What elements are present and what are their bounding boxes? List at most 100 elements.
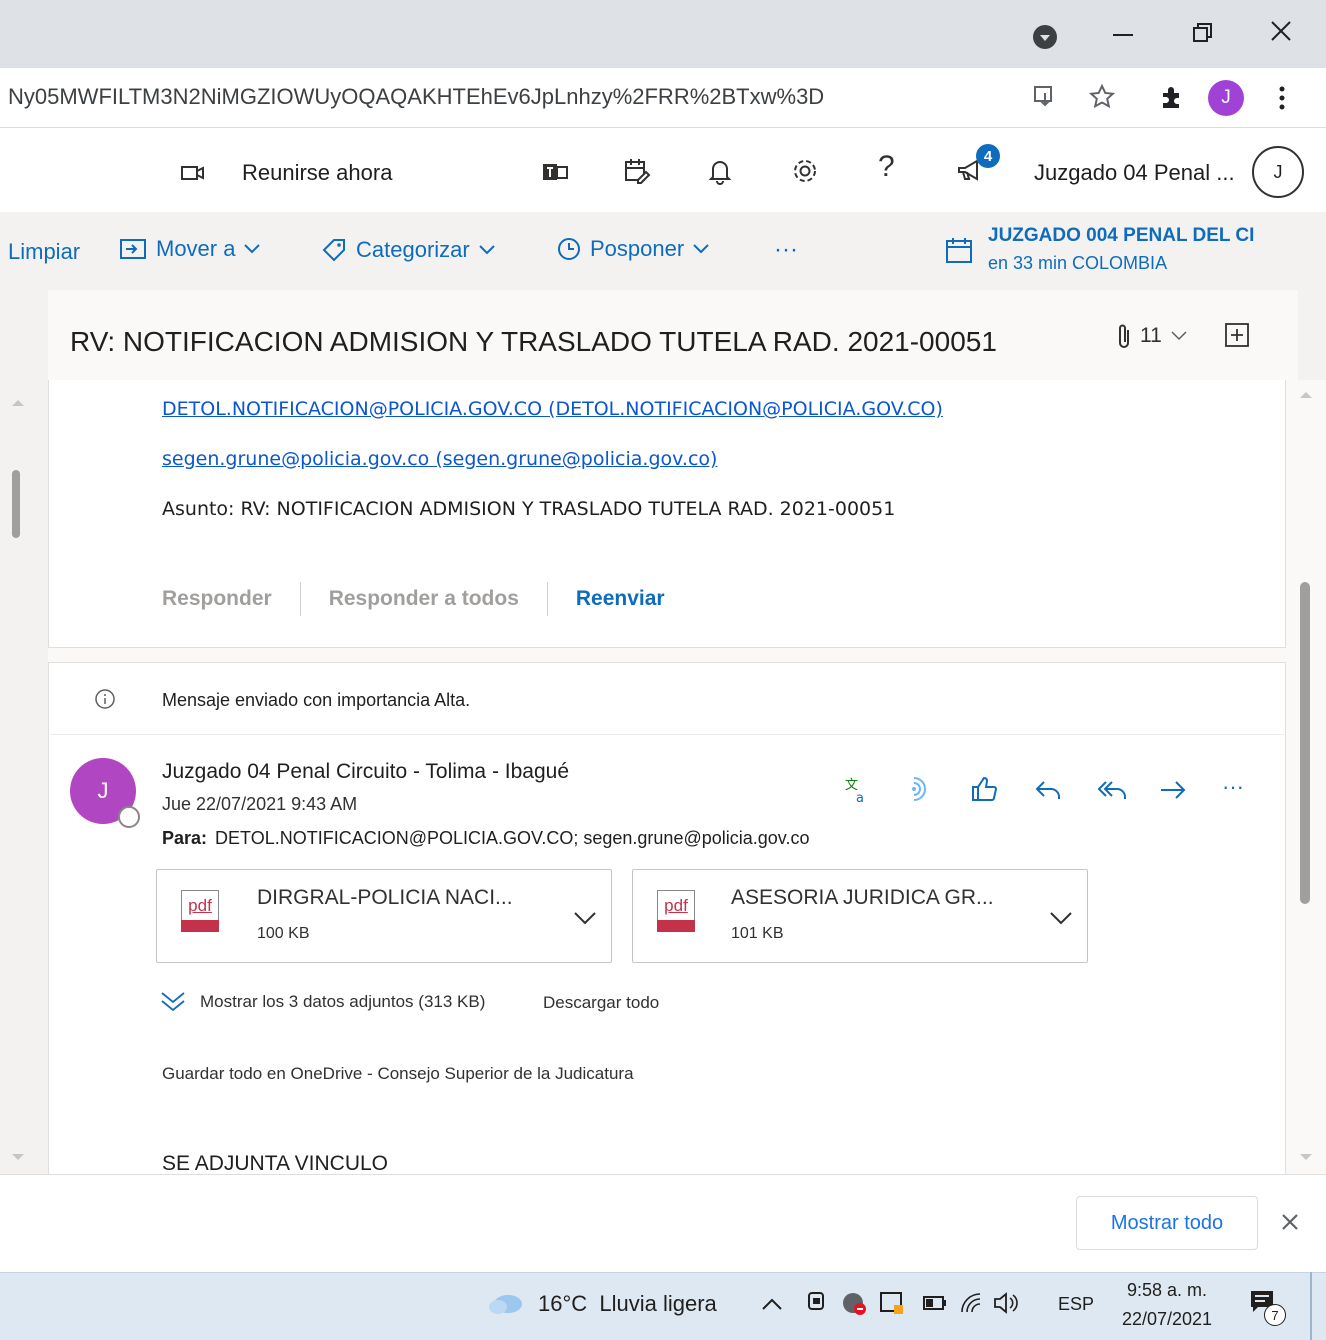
language-indicator[interactable]: ESP <box>1058 1294 1094 1315</box>
presence-status-icon <box>118 806 140 828</box>
minimize-icon[interactable] <box>1110 22 1136 48</box>
left-pane-scrollbar[interactable] <box>0 380 36 1174</box>
expand-conversation-icon[interactable] <box>1224 322 1250 348</box>
calendar-reminder-icon[interactable] <box>944 236 974 266</box>
reminder-subtitle: en 33 min COLOMBIA <box>988 253 1168 273</box>
reply-all-button[interactable]: Responder a todos <box>329 587 519 611</box>
chrome-tray-icon[interactable] <box>840 1290 868 1318</box>
email-body-text: SE ADJUNTA VINCULO <box>162 1152 388 1175</box>
sender-name[interactable]: Juzgado 04 Penal Circuito - Tolima - Iba… <box>162 760 569 784</box>
to-label: Para: <box>162 828 208 848</box>
incognito-icon[interactable] <box>1032 24 1058 50</box>
clock-time: 9:58 a. m. <box>1126 1280 1208 1300</box>
importance-notice: Mensaje enviado con importancia Alta. <box>162 690 471 710</box>
attachment-card[interactable]: pdf DIRGRAL-POLICIA NACI... 100 KB <box>156 869 612 963</box>
account-name[interactable]: Juzgado 04 Penal ... <box>1034 160 1235 186</box>
tag-icon <box>322 239 345 262</box>
restore-icon[interactable] <box>1190 20 1216 46</box>
cloud-rain-icon <box>489 1295 522 1314</box>
left-scroll-thumb[interactable] <box>12 470 20 538</box>
clean-button[interactable]: Limpiar <box>8 239 80 265</box>
pdf-file-icon: pdf <box>657 890 695 942</box>
tray-overflow-chevron-icon[interactable] <box>760 1296 784 1312</box>
wifi-icon[interactable] <box>958 1290 984 1316</box>
url-text[interactable]: Ny05MWFILTM3N2NiMGZIOWUyOQAQAKHTEhEv6JpL… <box>8 84 824 110</box>
download-all-link[interactable]: Descargar todo <box>543 993 659 1013</box>
clock[interactable]: 9:58 a. m. 22/07/2021 <box>1112 1280 1222 1330</box>
attachment-count: 11 <box>1140 324 1162 347</box>
scroll-thumb[interactable] <box>1300 582 1310 904</box>
close-downloads-icon[interactable] <box>1278 1210 1302 1234</box>
my-day-icon[interactable] <box>622 156 652 186</box>
meet-now-button[interactable]: Reunirse ahora <box>180 160 392 186</box>
paperclip-icon <box>1119 324 1129 348</box>
browser-menu-icon[interactable] <box>1272 84 1292 112</box>
chevron-down-icon <box>479 245 495 255</box>
notifications-bell-icon[interactable] <box>706 156 734 186</box>
info-icon <box>94 688 116 710</box>
volume-icon[interactable] <box>992 1290 1022 1316</box>
clock-date: 22/07/2021 <box>1121 1309 1213 1329</box>
message-subject: RV: NOTIFICACION ADMISION Y TRASLADO TUT… <box>70 326 997 357</box>
attachment-name: ASESORIA JURIDICA GR... <box>731 886 994 909</box>
help-icon[interactable]: ? <box>878 150 895 184</box>
immersive-reader-icon[interactable] <box>906 774 934 804</box>
recipients-line: Para: DETOL.NOTIFICACION@POLICIA.GOV.CO;… <box>162 828 809 849</box>
clock-icon <box>558 238 580 260</box>
scroll-down-arrow-icon <box>12 1154 24 1160</box>
move-to-label: Mover a <box>156 236 236 261</box>
close-window-icon[interactable] <box>1268 18 1294 44</box>
more-actions-button[interactable]: ··· <box>1222 774 1244 800</box>
teams-icon[interactable] <box>540 158 570 186</box>
translate-icon[interactable]: 文a <box>844 776 872 804</box>
sent-date: Jue 22/07/2021 9:43 AM <box>162 794 358 814</box>
bookmark-star-icon[interactable] <box>1088 83 1116 111</box>
chevron-down-icon <box>693 244 709 254</box>
notification-badge: 4 <box>976 144 1000 168</box>
like-icon[interactable] <box>970 774 1000 804</box>
chevron-down-icon[interactable] <box>573 910 597 926</box>
extensions-icon[interactable] <box>1158 84 1186 112</box>
reply-all-icon[interactable] <box>1096 776 1128 804</box>
meet-now-tray-icon[interactable] <box>806 1290 828 1316</box>
chevron-down-icon[interactable] <box>1049 910 1073 926</box>
battery-icon[interactable] <box>922 1292 948 1314</box>
categorize-button[interactable]: Categorizar <box>320 236 496 264</box>
settings-gear-icon[interactable] <box>790 156 820 186</box>
move-folder-icon <box>120 239 146 259</box>
weather-text: 16°C Lluvia ligera <box>538 1291 717 1316</box>
divider <box>546 582 548 616</box>
attachment-card[interactable]: pdf ASESORIA JURIDICA GR... 101 KB <box>632 869 1088 963</box>
forward-icon[interactable] <box>1158 776 1188 804</box>
reply-icon[interactable] <box>1034 776 1062 804</box>
profile-avatar[interactable]: J <box>1208 80 1244 116</box>
recipient-link-detol[interactable]: DETOL.NOTIFICACION@POLICIA.GOV.CO (DETOL… <box>162 398 943 420</box>
meet-now-label: Reunirse ahora <box>242 160 393 185</box>
save-to-onedrive-link[interactable]: Guardar todo en OneDrive - Consejo Super… <box>162 1064 634 1084</box>
show-desktop-button[interactable] <box>1310 1272 1312 1340</box>
forward-button[interactable]: Reenviar <box>576 587 665 611</box>
snooze-button[interactable]: Posponer <box>556 236 710 262</box>
whats-new-button[interactable]: 4 <box>956 144 1006 184</box>
screen-capture-tray-icon[interactable] <box>878 1290 906 1318</box>
reply-button[interactable]: Responder <box>162 587 272 611</box>
snooze-label: Posponer <box>590 236 685 261</box>
account-avatar[interactable]: J <box>1252 146 1304 198</box>
move-to-button[interactable]: Mover a <box>118 236 261 262</box>
reminder-title[interactable]: JUZGADO 004 PENAL DEL CI <box>988 225 1254 247</box>
chevron-down-icon <box>1171 331 1187 341</box>
reading-pane-scrollbar[interactable] <box>1286 380 1326 1174</box>
notification-count: 7 <box>1264 1304 1286 1326</box>
reply-actions: Responder Responder a todos Reenviar <box>162 582 665 616</box>
video-camera-icon <box>181 166 204 180</box>
weather-widget[interactable]: 16°C Lluvia ligera <box>486 1290 717 1318</box>
to-recipients[interactable]: DETOL.NOTIFICACION@POLICIA.GOV.CO; segen… <box>215 828 809 849</box>
action-center-button[interactable]: 7 <box>1248 1288 1290 1328</box>
more-commands-button[interactable]: ··· <box>774 236 798 264</box>
install-app-icon[interactable] <box>1032 84 1058 110</box>
show-attachments-button[interactable]: Mostrar los 3 datos adjuntos (313 KB) <box>160 990 485 1014</box>
scroll-up-arrow-icon <box>12 400 24 406</box>
show-all-downloads-button[interactable]: Mostrar todo <box>1076 1196 1258 1250</box>
attachment-count-button[interactable]: 11 <box>1116 322 1188 350</box>
recipient-link-segen[interactable]: segen.grune@policia.gov.co (segen.grune@… <box>162 448 717 470</box>
